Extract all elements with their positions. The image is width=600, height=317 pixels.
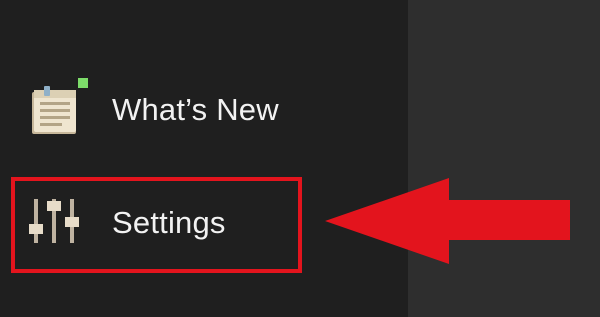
sidebar-item-label: What’s New	[112, 92, 279, 127]
sidebar-item-label: Settings	[112, 205, 226, 240]
sliders-icon	[26, 191, 90, 255]
notepad-icon	[26, 78, 90, 142]
sidebar: What’s New Settings	[0, 0, 408, 317]
app-screen: What’s New Settings	[0, 0, 600, 317]
sidebar-item-settings[interactable]: Settings	[0, 183, 408, 263]
sidebar-item-whats-new[interactable]: What’s New	[0, 72, 408, 152]
content-area	[408, 0, 600, 317]
